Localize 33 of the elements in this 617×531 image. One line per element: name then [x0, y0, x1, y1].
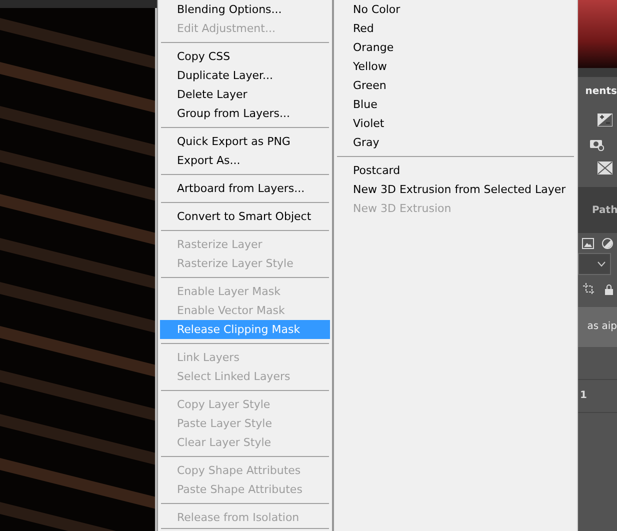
menu-item[interactable]: Quick Export as PNG [160, 132, 330, 151]
crop-icon[interactable] [583, 283, 595, 295]
caret-icon [597, 261, 606, 267]
half-circle-icon[interactable] [602, 238, 613, 249]
panel-tab[interactable]: Path [592, 204, 617, 216]
dropdown-field[interactable] [578, 253, 611, 275]
menu-item[interactable]: Orange [336, 38, 575, 57]
menu-item[interactable]: Gray [336, 133, 575, 152]
menu-item[interactable]: Blending Options... [160, 0, 330, 19]
panel-tab[interactable]: nents [585, 86, 617, 97]
menu-item[interactable]: Green [336, 76, 575, 95]
menu-item[interactable]: Red [336, 19, 575, 38]
menu-item[interactable]: Artboard from Layers... [160, 179, 330, 198]
color-gradient[interactable] [578, 0, 617, 68]
menu-item[interactable]: Convert to Smart Object [160, 207, 330, 226]
menu-item[interactable]: Export As... [160, 151, 330, 170]
menu-item[interactable]: Group from Layers... [160, 104, 330, 123]
menu-item[interactable]: Violet [336, 114, 575, 133]
menu-item[interactable]: Duplicate Layer... [160, 66, 330, 85]
menu-item[interactable]: Postcard [336, 161, 575, 180]
image-icon[interactable] [582, 238, 594, 249]
panel-header-bar [578, 68, 617, 77]
menu-item[interactable]: Blue [336, 95, 575, 114]
menu-item[interactable]: New 3D Extrusion from Selected Layer [336, 180, 575, 199]
menu-item[interactable]: Yellow [336, 57, 575, 76]
camera-icon[interactable] [590, 137, 604, 151]
menu-item[interactable]: No Color [336, 0, 575, 19]
layer-name[interactable]: 1 [580, 390, 587, 401]
menu-item[interactable]: Copy CSS [160, 47, 330, 66]
envelope-icon[interactable] [597, 161, 613, 175]
exposure-icon[interactable] [597, 113, 613, 127]
menu-item[interactable]: Delete Layer [160, 85, 330, 104]
lock-icon[interactable] [605, 284, 613, 294]
